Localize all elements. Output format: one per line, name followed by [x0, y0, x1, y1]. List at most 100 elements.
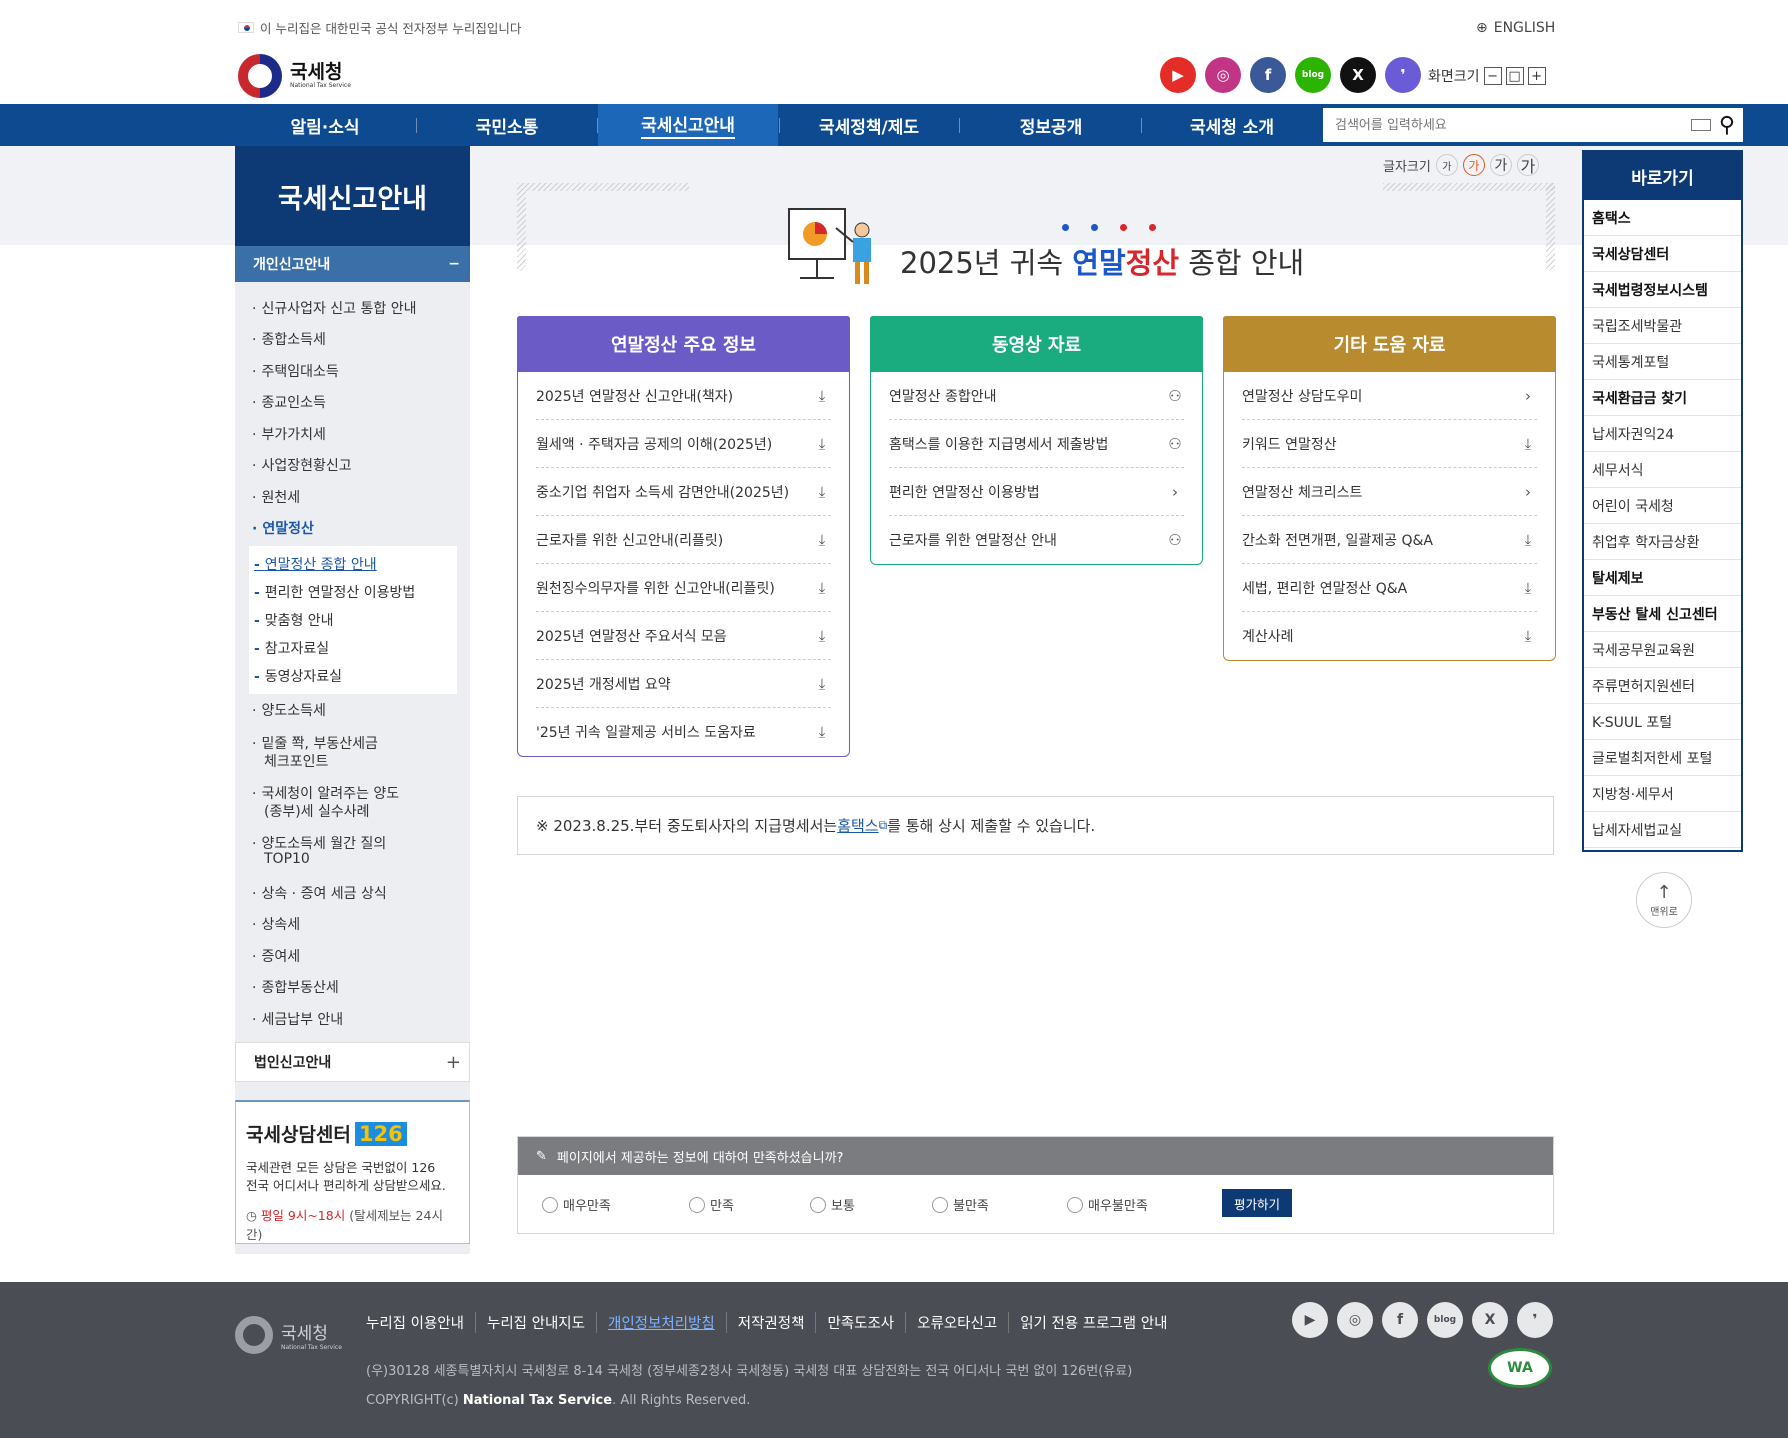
card-row[interactable]: 연말정산 상담도우미 ›	[1242, 372, 1537, 420]
card-row[interactable]: 편리한 연말정산 이용방법 ›	[889, 468, 1184, 516]
radio-button[interactable]	[932, 1196, 948, 1213]
quick-link-item[interactable]: 납세자세법교실	[1584, 812, 1741, 848]
quick-link-item[interactable]: 국세상담센터	[1584, 236, 1741, 272]
quick-link-item[interactable]: 국세공무원교육원	[1584, 632, 1741, 668]
lnb-item[interactable]: 부가가치세	[252, 424, 325, 444]
lnb-item[interactable]: 종합부동산세	[252, 977, 338, 997]
card-row[interactable]: 근로자를 위한 연말정산 안내 ⚇	[889, 516, 1184, 564]
blog-icon[interactable]: blog	[1295, 57, 1331, 93]
download-icon[interactable]: ⤓	[1519, 531, 1537, 549]
download-icon[interactable]: ⤓	[813, 531, 831, 549]
zoom-in-button[interactable]: +	[1527, 67, 1546, 85]
card-row[interactable]: 간소화 전면개편, 일괄제공 Q&A ⤓	[1242, 516, 1537, 564]
quick-link-item[interactable]: 국세환급금 찾기	[1584, 380, 1741, 416]
download-icon[interactable]: ⤓	[813, 387, 831, 405]
lnb-item[interactable]: 종교인소득	[252, 392, 325, 412]
card-row[interactable]: 연말정산 체크리스트 ›	[1242, 468, 1537, 516]
card-row[interactable]: 키워드 연말정산 ⤓	[1242, 420, 1537, 468]
download-icon[interactable]: ⤓	[813, 627, 831, 645]
download-icon[interactable]: ⤓	[813, 435, 831, 453]
text-size-large-button[interactable]: 가	[1489, 154, 1512, 176]
gnb-item-disclosure[interactable]: 정보공개	[961, 104, 1141, 146]
download-icon[interactable]: ⤓	[813, 483, 831, 501]
chevron-right-icon[interactable]: ›	[1166, 483, 1184, 501]
download-icon[interactable]: ⤓	[1519, 627, 1537, 645]
quick-link-item[interactable]: 글로벌최저한세 포털	[1584, 740, 1741, 776]
quick-link-item[interactable]: 세무서식	[1584, 452, 1741, 488]
lnb-item[interactable]: 밑줄 쫙, 부동산세금	[252, 733, 377, 753]
footer-link[interactable]: 누리집 이용안내	[366, 1312, 475, 1333]
blog-icon[interactable]: blog	[1427, 1302, 1463, 1338]
lnb-subitem[interactable]: 편리한 연말정산 이용방법	[254, 582, 416, 602]
download-icon[interactable]: ⤓	[1519, 435, 1537, 453]
lnb-item[interactable]: 원천세	[252, 487, 300, 507]
lnb-item[interactable]: 양도소득세	[252, 700, 325, 720]
quick-link-item[interactable]: 취업후 학자금상환	[1584, 524, 1741, 560]
lnb-item[interactable]: 국세청이 알려주는 양도	[252, 783, 399, 803]
lnb-item[interactable]: 주택임대소득	[252, 361, 338, 381]
lnb-subitem[interactable]: 동영상자료실	[254, 666, 342, 686]
chevron-right-icon[interactable]: ›	[1519, 483, 1537, 501]
site-logo[interactable]: 국세청 National Tax Service	[238, 54, 351, 98]
footer-link[interactable]: 저작권정책	[725, 1312, 816, 1333]
lnb-item[interactable]: 사업장현황신고	[252, 455, 351, 475]
lnb-subitem[interactable]: 참고자료실	[254, 638, 329, 658]
facebook-icon[interactable]: f	[1250, 57, 1286, 93]
video-icon[interactable]: ⚇	[1166, 387, 1184, 405]
text-size-default-button[interactable]: 가	[1462, 154, 1485, 176]
footer-link[interactable]: 오류오타신고	[905, 1312, 1008, 1333]
text-size-small-button[interactable]: 가	[1435, 154, 1458, 176]
lnb-item-cont[interactable]: 체크포인트	[264, 751, 328, 771]
text-size-xlarge-button[interactable]: 가	[1516, 154, 1539, 176]
footer-link[interactable]: 만족도조사	[815, 1312, 905, 1333]
survey-option[interactable]: 보통	[810, 1195, 855, 1214]
radio-button[interactable]	[1067, 1196, 1083, 1213]
gnb-item-policy[interactable]: 국세정책/제도	[779, 104, 959, 146]
english-link[interactable]: ⊕ ENGLISH	[1476, 20, 1555, 36]
lnb-item[interactable]: 종합소득세	[252, 329, 325, 349]
lnb-item-cont[interactable]: TOP10	[264, 851, 310, 867]
gnb-item-communication[interactable]: 국민소통	[417, 104, 597, 146]
x-icon[interactable]: X	[1472, 1302, 1508, 1338]
card-row[interactable]: 연말정산 종합안내 ⚇	[889, 372, 1184, 420]
lnb-item[interactable]: 상속 · 증여 세금 상식	[252, 883, 386, 903]
lnb-item[interactable]: 상속세	[252, 914, 300, 934]
video-icon[interactable]: ⚇	[1166, 531, 1184, 549]
download-icon[interactable]: ⤓	[813, 675, 831, 693]
consult-center-banner[interactable]: 국세상담센터 126 국세관련 모든 상담은 국번없이 126 전국 어디서나 …	[235, 1100, 470, 1244]
survey-submit-button[interactable]: 평가하기	[1222, 1189, 1292, 1217]
lnb-item[interactable]: 신규사업자 신고 통합 안내	[252, 298, 416, 318]
lnb-item-cont[interactable]: (종부)세 실수사례	[264, 801, 370, 821]
hometax-link[interactable]: 홈택스	[837, 815, 878, 836]
video-icon[interactable]: ⚇	[1166, 435, 1184, 453]
gnb-item-news[interactable]: 알림·소식	[235, 104, 415, 146]
expand-icon[interactable]: +	[446, 1052, 461, 1073]
survey-option[interactable]: 매우만족	[542, 1195, 611, 1214]
youtube-icon[interactable]: ▶	[1160, 57, 1196, 93]
card-row[interactable]: 중소기업 취업자 소득세 감면안내(2025년) ⤓	[536, 468, 831, 516]
card-row[interactable]: 홈택스를 이용한 지급명세서 제출방법 ⚇	[889, 420, 1184, 468]
collapse-icon[interactable]: −	[448, 256, 460, 272]
facebook-icon[interactable]: f	[1382, 1302, 1418, 1338]
footer-link[interactable]: 읽기 전용 프로그램 안내	[1008, 1312, 1178, 1333]
quick-link-item[interactable]: 국립조세박물관	[1584, 308, 1741, 344]
card-row[interactable]: 2025년 개정세법 요약 ⤓	[536, 660, 831, 708]
side-nav-section-corporate[interactable]: 법인신고안내 +	[235, 1042, 470, 1082]
quick-link-item[interactable]: K-SUUL 포털	[1584, 704, 1741, 740]
quick-link-item[interactable]: 탈세제보	[1584, 560, 1741, 596]
instagram-icon[interactable]: ◎	[1337, 1302, 1373, 1338]
card-row[interactable]: '25년 귀속 일괄제공 서비스 도움자료 ⤓	[536, 708, 831, 756]
lnb-item[interactable]: 양도소득세 월간 질의	[252, 833, 386, 853]
card-row[interactable]: 월세액 · 주택자금 공제의 이해(2025년) ⤓	[536, 420, 831, 468]
radio-button[interactable]	[689, 1196, 705, 1213]
card-row[interactable]: 근로자를 위한 신고안내(리플릿) ⤓	[536, 516, 831, 564]
quick-link-item[interactable]: 국세법령정보시스템	[1584, 272, 1741, 308]
gnb-item-tax-filing[interactable]: 국세신고안내	[598, 104, 778, 146]
card-row[interactable]: 세법, 편리한 연말정산 Q&A ⤓	[1242, 564, 1537, 612]
quick-link-item[interactable]: 부동산 탈세 신고센터	[1584, 596, 1741, 632]
x-icon[interactable]: X	[1340, 57, 1376, 93]
lnb-item[interactable]: 증여세	[252, 946, 300, 966]
download-icon[interactable]: ⤓	[1519, 579, 1537, 597]
scroll-top-button[interactable]: ↑ 맨위로	[1636, 872, 1692, 928]
card-row[interactable]: 2025년 연말정산 주요서식 모음 ⤓	[536, 612, 831, 660]
